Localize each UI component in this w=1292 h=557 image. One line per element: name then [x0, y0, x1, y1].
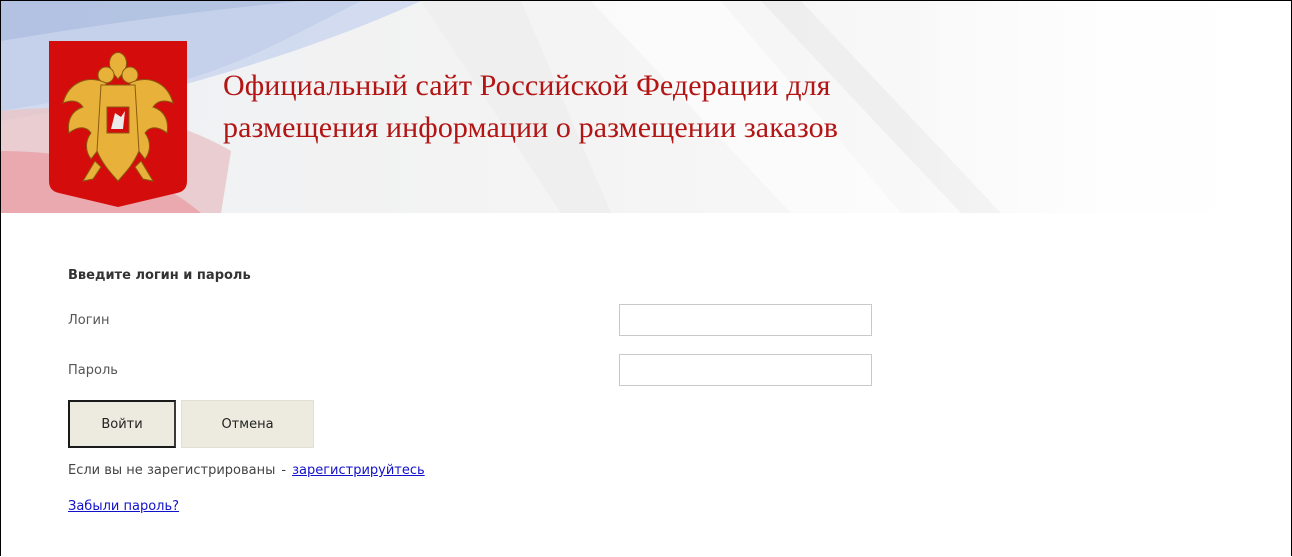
russian-coat-of-arms-icon — [49, 41, 187, 207]
password-input[interactable] — [619, 354, 872, 386]
register-line: Если вы не зарегистрированы - зарегистриру… — [68, 463, 425, 478]
form-heading: Введите логин и пароль — [68, 268, 251, 283]
register-link[interactable]: зарегистрируйтесь — [292, 463, 425, 478]
site-title: Официальный сайт Российской Федерации дл… — [223, 69, 838, 144]
cancel-button[interactable]: Отмена — [181, 400, 314, 448]
register-prompt: Если вы не зарегистрированы — [68, 463, 276, 478]
password-label: Пароль — [68, 363, 118, 378]
site-header: Официальный сайт Российской Федерации дл… — [1, 1, 1290, 213]
login-input[interactable] — [619, 304, 872, 336]
login-button[interactable]: Войти — [68, 400, 176, 448]
forgot-password-link[interactable]: Забыли пароль? — [68, 499, 179, 514]
login-label: Логин — [68, 313, 110, 328]
register-dash: - — [281, 463, 287, 478]
